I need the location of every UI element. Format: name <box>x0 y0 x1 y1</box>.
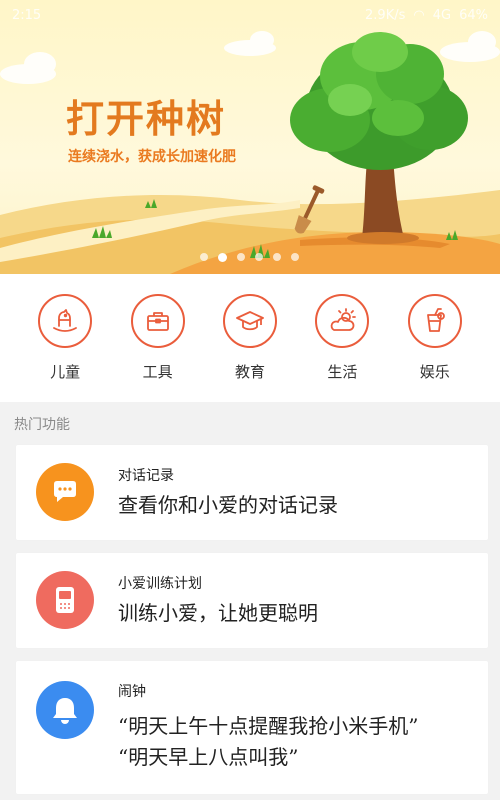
bell-icon <box>36 681 94 739</box>
card-example-1: “明天上午十点提醒我抢小米手机” <box>118 714 419 738</box>
carousel-dot-active <box>218 253 227 262</box>
carousel-dot <box>237 253 245 261</box>
battery-level: 64% <box>459 7 488 23</box>
category-education[interactable]: 教育 <box>215 294 285 402</box>
category-label: 工具 <box>142 363 173 381</box>
card-title: 闹钟 <box>118 684 146 700</box>
signal-label: 4G <box>432 7 452 23</box>
card-training-plan[interactable]: 小爱训练计划 训练小爱，让她更聪明 <box>16 553 488 648</box>
banner-title: 打开种树 <box>66 97 227 141</box>
category-row: 儿童 工具 教育 生活 娱乐 <box>0 274 500 402</box>
drink-cup-icon <box>407 294 462 348</box>
rocking-horse-icon <box>38 294 93 348</box>
graduation-cap-icon <box>222 294 277 348</box>
carousel-dot <box>273 253 281 261</box>
category-label: 教育 <box>234 363 265 381</box>
category-life[interactable]: 生活 <box>307 294 377 402</box>
status-bar: 2:15 2.9K/s ◠ 4G 64% <box>0 0 500 30</box>
card-alarm[interactable]: 闹钟 “明天上午十点提醒我抢小米手机” “明天早上八点叫我” <box>16 661 488 794</box>
category-children[interactable]: 儿童 <box>30 294 100 402</box>
category-tools[interactable]: 工具 <box>123 294 193 402</box>
category-label: 娱乐 <box>419 363 450 381</box>
card-example-2: “明天早上八点叫我” <box>118 745 299 769</box>
wifi-icon: ◠ <box>413 7 425 23</box>
toolbox-icon <box>130 294 185 348</box>
section-title-hot: 热门功能 <box>14 417 70 433</box>
card-description: 查看你和小爱的对话记录 <box>118 493 338 517</box>
carousel-dot <box>200 253 208 261</box>
card-chat-history[interactable]: 对话记录 查看你和小爱的对话记录 <box>16 445 488 540</box>
promo-banner[interactable]: 2:15 2.9K/s ◠ 4G 64% 打开种树 连续浇水，获成长加速化肥 <box>0 0 500 274</box>
carousel-dot <box>255 253 263 261</box>
speaker-icon <box>36 571 94 629</box>
card-title: 对话记录 <box>118 468 174 484</box>
category-label: 生活 <box>327 363 358 381</box>
network-speed: 2.9K/s <box>365 7 406 23</box>
sun-cloud-icon <box>315 294 370 348</box>
chat-bubble-icon <box>36 463 94 521</box>
carousel-dot <box>291 253 299 261</box>
carousel-indicator <box>200 253 299 262</box>
banner-subtitle: 连续浇水，获成长加速化肥 <box>68 149 236 165</box>
card-description: 训练小爱，让她更聪明 <box>118 601 318 625</box>
category-label: 儿童 <box>50 363 81 381</box>
card-title: 小爱训练计划 <box>118 576 202 592</box>
status-time: 2:15 <box>12 7 42 23</box>
category-entertainment[interactable]: 娱乐 <box>400 294 470 402</box>
